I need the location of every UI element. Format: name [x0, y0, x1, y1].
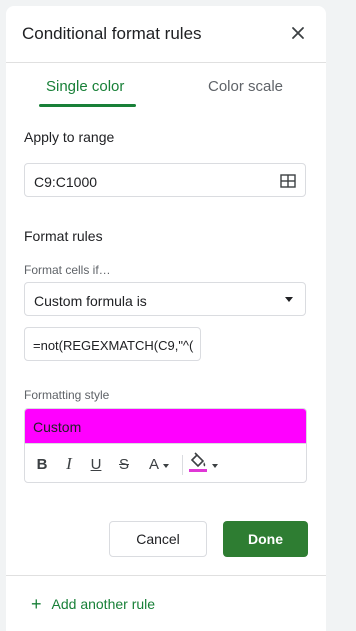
- formatting-style-label: Formatting style: [24, 388, 110, 402]
- chevron-down-icon: [285, 297, 293, 302]
- custom-formula-input[interactable]: =not(REGEXMATCH(C9,"^(: [24, 327, 201, 361]
- style-preview-text: Custom: [33, 419, 82, 435]
- select-range-grid-icon[interactable]: [280, 173, 296, 189]
- close-icon[interactable]: [289, 24, 307, 42]
- range-input[interactable]: C9:C1000: [24, 163, 306, 197]
- cancel-button[interactable]: Cancel: [109, 521, 207, 557]
- plus-icon: +: [31, 594, 42, 614]
- underline-button[interactable]: U: [86, 453, 106, 475]
- format-cells-if-label: Format cells if…: [24, 263, 111, 277]
- tab-color-scale[interactable]: Color scale: [208, 78, 283, 95]
- range-value: C9:C1000: [34, 174, 98, 190]
- style-preview[interactable]: Custom: [25, 409, 306, 444]
- chevron-down-icon: [163, 464, 169, 468]
- tab-single-color[interactable]: Single color: [46, 78, 124, 95]
- condition-dropdown[interactable]: Custom formula is: [24, 282, 306, 316]
- panel-header: Conditional format rules: [6, 6, 326, 63]
- italic-button[interactable]: I: [59, 453, 79, 475]
- text-color-button[interactable]: A: [141, 453, 177, 475]
- apply-to-range-label: Apply to range: [24, 129, 115, 145]
- bold-button[interactable]: B: [32, 453, 52, 475]
- condition-value: Custom formula is: [34, 293, 147, 309]
- add-another-rule-button[interactable]: + Add another rule: [31, 594, 156, 614]
- strikethrough-button[interactable]: S: [114, 453, 134, 475]
- active-tab-indicator: [39, 104, 136, 107]
- fill-color-button[interactable]: [185, 451, 221, 477]
- formula-value: =not(REGEXMATCH(C9,"^(: [33, 338, 194, 353]
- text-color-icon: A: [148, 455, 159, 473]
- chevron-down-icon: [212, 464, 218, 468]
- format-rules-heading: Format rules: [24, 228, 103, 244]
- conditional-format-panel: Conditional format rules Single color Co…: [6, 6, 326, 631]
- paint-bucket-icon: [188, 451, 208, 477]
- toolbar-divider: [182, 455, 183, 475]
- add-rule-label: Add another rule: [51, 596, 156, 612]
- panel-title: Conditional format rules: [22, 24, 202, 43]
- formatting-style-box: Custom B I U S A: [24, 408, 307, 483]
- done-button[interactable]: Done: [223, 521, 308, 557]
- rule-type-tabs: Single color Color scale: [6, 62, 326, 110]
- footer-divider: [6, 575, 326, 576]
